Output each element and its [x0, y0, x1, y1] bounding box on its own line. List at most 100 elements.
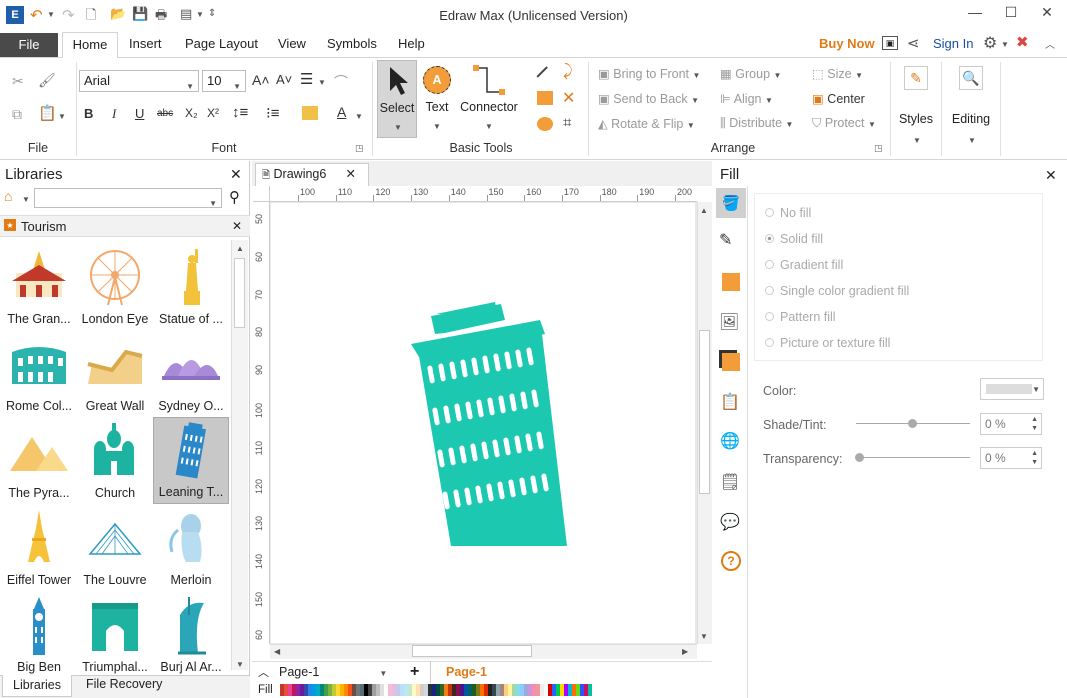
lib-item-sydney-opera[interactable]: Sydney O...	[153, 330, 229, 417]
italic-icon[interactable]: I	[112, 106, 116, 122]
file-menu-button[interactable]: File	[0, 33, 58, 57]
color-picker-button[interactable]: ▼	[980, 378, 1044, 400]
radio-gradient-fill[interactable]: Gradient fill	[765, 258, 843, 272]
transparency-slider-track[interactable]	[856, 457, 970, 458]
tab-view[interactable]: View	[278, 36, 306, 51]
account-icon[interactable]: ▣	[882, 36, 898, 50]
align-button[interactable]: ⊫ Align ▼	[720, 91, 773, 106]
add-page-icon[interactable]: +	[410, 663, 419, 681]
collapse-ribbon-icon[interactable]: ︿	[1045, 36, 1055, 51]
font-family-select[interactable]: Arial ▼	[79, 70, 199, 92]
scroll-down-icon[interactable]: ▼	[700, 632, 708, 641]
size-button[interactable]: ⬚ Size ▼	[812, 66, 863, 81]
grow-font-icon[interactable]: A˄	[252, 72, 270, 88]
rotate-flip-button[interactable]: ◭ Rotate & Flip ▼	[598, 116, 695, 131]
document-tab[interactable]: 🗎 Drawing6 ✕	[255, 163, 369, 186]
tab-insert[interactable]: Insert	[129, 36, 162, 51]
leaning-tower-shape[interactable]	[405, 296, 580, 551]
protect-button[interactable]: ⛉ Protect ▼	[812, 116, 876, 131]
font-size-select[interactable]: 10 ▼	[202, 70, 246, 92]
paste-dropdown-icon[interactable]: ▼	[58, 112, 66, 121]
radio-single-color-gradient-fill[interactable]: Single color gradient fill	[765, 284, 909, 298]
close-path-icon[interactable]: ✕	[562, 88, 575, 108]
tab-help[interactable]: Help	[398, 36, 425, 51]
page-select[interactable]: Page-1 ▼	[279, 665, 387, 679]
center-button[interactable]: ▣ Center	[812, 91, 865, 106]
lib-item-merlion[interactable]: Merloin	[153, 504, 229, 591]
line-spacing-icon[interactable]: ↕≡	[232, 104, 248, 121]
copy-icon[interactable]: ⧉	[12, 106, 22, 123]
tab-symbols[interactable]: Symbols	[327, 36, 377, 51]
sign-in-link[interactable]: Sign In	[933, 36, 973, 51]
canvas-vscroll-thumb[interactable]	[699, 330, 710, 494]
lib-item-eiffel-tower[interactable]: Eiffel Tower	[1, 504, 77, 591]
ellipse-shape-icon[interactable]	[537, 117, 553, 131]
image-panel-icon[interactable]: 🖼	[719, 312, 739, 332]
settings-dropdown-icon[interactable]: ▼	[1001, 40, 1009, 49]
scroll-up-icon[interactable]: ▲	[236, 244, 244, 253]
rectangle-shape-icon[interactable]	[537, 91, 553, 105]
lib-item-london-eye[interactable]: London Eye	[77, 243, 153, 330]
distribute-button[interactable]: ⫼ Distribute ▼	[720, 116, 793, 131]
connector-tool-button[interactable]: Connector ▼	[457, 60, 521, 138]
underline-icon[interactable]: U	[135, 106, 144, 121]
active-page-tab[interactable]: Page-1	[446, 665, 487, 679]
cut-icon[interactable]: ✂	[12, 73, 24, 90]
tab-page-layout[interactable]: Page Layout	[185, 36, 258, 51]
search-icon[interactable]: ⚲	[229, 188, 240, 206]
close-libraries-icon[interactable]: ✕	[230, 166, 242, 183]
fill-panel-icon[interactable]: 🪣	[716, 188, 746, 218]
format-painter-icon[interactable]: 🖌	[38, 72, 56, 89]
library-scrollbar-thumb[interactable]	[234, 258, 245, 328]
canvas-hscroll-thumb[interactable]	[412, 645, 532, 657]
tab-libraries[interactable]: Libraries	[2, 675, 72, 697]
share-icon[interactable]: ⋖	[907, 34, 920, 52]
library-home-dropdown-icon[interactable]: ▼	[22, 195, 30, 204]
layer-panel-icon[interactable]	[722, 353, 740, 371]
font-color-icon[interactable]: A	[337, 104, 346, 120]
shade-tint-slider-handle[interactable]	[908, 419, 917, 428]
bring-to-front-button[interactable]: ▣ Bring to Front ▼	[598, 66, 700, 81]
font-color-dropdown-icon[interactable]: ▼	[355, 112, 363, 121]
text-direction-icon[interactable]: ⌒	[334, 72, 348, 92]
lib-item-statue-of-liberty[interactable]: Statue of ...	[153, 243, 229, 330]
color-swatches[interactable]	[280, 684, 592, 696]
bullets-icon[interactable]: ⁝≡	[266, 104, 280, 122]
text-align-icon[interactable]: ☰	[300, 70, 313, 88]
superscript-icon[interactable]: X²	[207, 106, 219, 120]
lib-item-leaning-tower[interactable]: Leaning T...	[153, 417, 229, 504]
paste-icon[interactable]: 📋	[38, 104, 57, 122]
close-document-icon[interactable]: ✕	[346, 164, 356, 185]
line-panel-icon[interactable]: ✎	[719, 230, 732, 250]
minimize-button[interactable]: —	[960, 4, 990, 24]
lib-item-louvre[interactable]: The Louvre	[77, 504, 153, 591]
radio-solid-fill[interactable]: Solid fill	[765, 232, 823, 246]
shadow-panel-icon[interactable]	[722, 273, 740, 291]
crop-icon[interactable]: ⌗	[563, 114, 571, 131]
lib-item-big-ben[interactable]: Big Ben	[1, 591, 77, 675]
styles-button[interactable]: ✎ Styles ▼	[893, 60, 939, 154]
radio-picture-texture-fill[interactable]: Picture or texture fill	[765, 336, 890, 350]
lib-item-rome-colosseum[interactable]: Rome Col...	[1, 330, 77, 417]
editing-button[interactable]: 🔍 Editing ▼	[944, 60, 998, 154]
collapse-pagebar-icon[interactable]: ︿	[258, 664, 269, 680]
close-fill-panel-icon[interactable]: ✕	[1045, 167, 1057, 184]
send-to-back-button[interactable]: ▣ Send to Back ▼	[598, 91, 699, 106]
shrink-font-icon[interactable]: A˅	[276, 72, 292, 87]
text-tool-button[interactable]: A Text ▼	[420, 60, 454, 138]
lib-item-great-wall[interactable]: Great Wall	[77, 330, 153, 417]
highlight-color-icon[interactable]	[302, 106, 318, 120]
scroll-down-icon[interactable]: ▼	[236, 660, 244, 669]
scroll-left-icon[interactable]: ◀	[274, 647, 280, 656]
maximize-button[interactable]: ☐	[996, 4, 1026, 24]
addon-icon[interactable]: ✖	[1016, 33, 1029, 51]
arc-shape-icon[interactable]: ⤸	[563, 63, 573, 81]
lib-item-pyramids[interactable]: The Pyra...	[1, 417, 77, 504]
settings-gear-icon[interactable]: ⚙	[983, 33, 997, 53]
select-tool-button[interactable]: Select ▼	[377, 60, 417, 138]
help-icon[interactable]: ?	[721, 551, 741, 571]
radio-no-fill[interactable]: No fill	[765, 206, 811, 220]
close-window-button[interactable]: ✕	[1032, 4, 1062, 24]
note-panel-icon[interactable]: 🗒	[720, 472, 740, 492]
group-button[interactable]: ▦ Group ▼	[720, 66, 781, 81]
